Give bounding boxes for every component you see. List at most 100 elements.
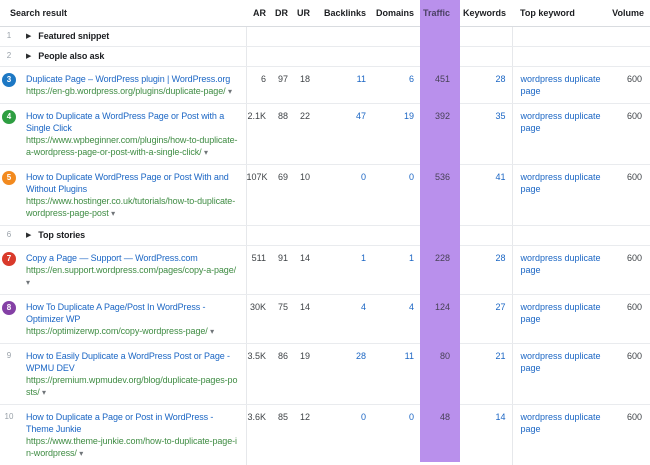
- result-title-link[interactable]: Duplicate Page – WordPress plugin | Word…: [26, 73, 240, 85]
- volume-value: 600: [608, 405, 650, 465]
- result-url-link[interactable]: https://www.hostinger.co.uk/tutorials/ho…: [26, 196, 235, 218]
- volume-value: 600: [608, 344, 650, 405]
- rank-badge: 7: [2, 252, 16, 266]
- ur-value: 22: [294, 104, 316, 165]
- result-title-link[interactable]: How to Duplicate WordPress Page or Post …: [26, 171, 240, 195]
- domains-link[interactable]: 0: [372, 405, 420, 465]
- traffic-value: 80: [420, 344, 460, 405]
- result-title-link[interactable]: How To Duplicate A Page/Post In WordPres…: [26, 301, 240, 325]
- ur-value: 18: [294, 67, 316, 104]
- result-title-link[interactable]: How to Easily Duplicate a WordPress Post…: [26, 350, 240, 374]
- url-dropdown-icon[interactable]: ▾: [210, 327, 214, 336]
- keywords-link[interactable]: 28: [460, 67, 512, 104]
- expand-arrow-icon[interactable]: ▶: [26, 33, 31, 40]
- domains-link[interactable]: 11: [372, 344, 420, 405]
- keywords-link[interactable]: 35: [460, 104, 512, 165]
- keywords-link[interactable]: 27: [460, 295, 512, 344]
- result-title-link[interactable]: Copy a Page — Support — WordPress.com: [26, 252, 240, 264]
- table-row-featured-snippet[interactable]: 1 ▶Featured snippet: [0, 27, 650, 47]
- url-dropdown-icon[interactable]: ▾: [79, 449, 83, 458]
- table-row-people-also-ask[interactable]: 2 ▶People also ask: [0, 47, 650, 67]
- backlinks-link[interactable]: 1: [316, 246, 372, 295]
- section-label[interactable]: Featured snippet: [38, 31, 109, 41]
- top-keyword-link[interactable]: wordpress duplicate page: [512, 295, 608, 344]
- backlinks-link[interactable]: 47: [316, 104, 372, 165]
- expand-arrow-icon[interactable]: ▶: [26, 53, 31, 60]
- top-keyword-link[interactable]: wordpress duplicate page: [512, 246, 608, 295]
- url-dropdown-icon[interactable]: ▾: [228, 87, 232, 96]
- url-dropdown-icon[interactable]: ▾: [42, 388, 46, 397]
- domains-link[interactable]: 1: [372, 246, 420, 295]
- keywords-link[interactable]: 21: [460, 344, 512, 405]
- ar-value: 107K: [246, 165, 272, 226]
- ar-value: 3.5K: [246, 344, 272, 405]
- dr-value: 86: [272, 344, 294, 405]
- ur-value: 19: [294, 344, 316, 405]
- domains-link[interactable]: 6: [372, 67, 420, 104]
- col-header-dr: DR: [272, 0, 294, 27]
- url-dropdown-icon[interactable]: ▾: [111, 209, 115, 218]
- top-keyword-link[interactable]: wordpress duplicate page: [512, 67, 608, 104]
- backlinks-link[interactable]: 28: [316, 344, 372, 405]
- header-row: Search result AR DR UR Backlinks Domains…: [0, 0, 650, 27]
- result-title-link[interactable]: How to Duplicate a Page or Post in WordP…: [26, 411, 240, 435]
- result-url-link[interactable]: https://en-gb.wordpress.org/plugins/dupl…: [26, 86, 226, 96]
- table-row-result-10: 10 How to Duplicate a Page or Post in Wo…: [0, 405, 650, 465]
- rank-badge: 4: [2, 110, 16, 124]
- result-url-link[interactable]: https://www.theme-junkie.com/how-to-dupl…: [26, 436, 237, 458]
- table-row-result-7: 7 Copy a Page — Support — WordPress.com …: [0, 246, 650, 295]
- keywords-link[interactable]: 41: [460, 165, 512, 226]
- col-header-search-result: Search result: [0, 0, 246, 27]
- ur-value: 14: [294, 246, 316, 295]
- table-row-result-3: 3 Duplicate Page – WordPress plugin | Wo…: [0, 67, 650, 104]
- url-dropdown-icon[interactable]: ▾: [26, 278, 30, 287]
- backlinks-link[interactable]: 0: [316, 165, 372, 226]
- backlinks-link[interactable]: 11: [316, 67, 372, 104]
- backlinks-link[interactable]: 4: [316, 295, 372, 344]
- result-url-link[interactable]: https://optimizerwp.com/copy-wordpress-p…: [26, 326, 208, 336]
- table-row-result-4: 4 How to Duplicate a WordPress Page or P…: [0, 104, 650, 165]
- ar-value: 30K: [246, 295, 272, 344]
- section-label[interactable]: Top stories: [38, 230, 85, 240]
- ur-value: 12: [294, 405, 316, 465]
- dr-value: 97: [272, 67, 294, 104]
- keywords-link[interactable]: 14: [460, 405, 512, 465]
- traffic-value: 392: [420, 104, 460, 165]
- top-keyword-link[interactable]: wordpress duplicate page: [512, 405, 608, 465]
- serp-overview-table: Search result AR DR UR Backlinks Domains…: [0, 0, 650, 465]
- table-row-top-stories[interactable]: 6 ▶Top stories: [0, 226, 650, 246]
- col-header-keywords: Keywords: [460, 0, 512, 27]
- backlinks-link[interactable]: 0: [316, 405, 372, 465]
- domains-link[interactable]: 19: [372, 104, 420, 165]
- volume-value: 600: [608, 246, 650, 295]
- table-row-result-5: 5 How to Duplicate WordPress Page or Pos…: [0, 165, 650, 226]
- top-keyword-link[interactable]: wordpress duplicate page: [512, 104, 608, 165]
- domains-link[interactable]: 0: [372, 165, 420, 226]
- section-label[interactable]: People also ask: [38, 51, 104, 61]
- ur-value: 10: [294, 165, 316, 226]
- volume-value: 600: [608, 165, 650, 226]
- col-header-ur: UR: [294, 0, 316, 27]
- col-header-top-keyword: Top keyword: [512, 0, 608, 27]
- result-url-link[interactable]: https://premium.wpmudev.org/blog/duplica…: [26, 375, 237, 397]
- domains-link[interactable]: 4: [372, 295, 420, 344]
- result-title-link[interactable]: How to Duplicate a WordPress Page or Pos…: [26, 110, 240, 134]
- expand-arrow-icon[interactable]: ▶: [26, 232, 31, 239]
- url-dropdown-icon[interactable]: ▾: [204, 148, 208, 157]
- ar-value: 2.1K: [246, 104, 272, 165]
- result-url-link[interactable]: https://en.support.wordpress.com/pages/c…: [26, 265, 236, 275]
- volume-value: 600: [608, 104, 650, 165]
- traffic-value: 228: [420, 246, 460, 295]
- top-keyword-link[interactable]: wordpress duplicate page: [512, 165, 608, 226]
- dr-value: 85: [272, 405, 294, 465]
- top-keyword-link[interactable]: wordpress duplicate page: [512, 344, 608, 405]
- volume-value: 600: [608, 67, 650, 104]
- col-header-domains: Domains: [372, 0, 420, 27]
- col-header-ar: AR: [246, 0, 272, 27]
- rank-badge: 5: [2, 171, 16, 185]
- dr-value: 91: [272, 246, 294, 295]
- table-row-result-9: 9 How to Easily Duplicate a WordPress Po…: [0, 344, 650, 405]
- col-header-traffic: Traffic: [420, 0, 460, 27]
- ar-value: 3.6K: [246, 405, 272, 465]
- keywords-link[interactable]: 28: [460, 246, 512, 295]
